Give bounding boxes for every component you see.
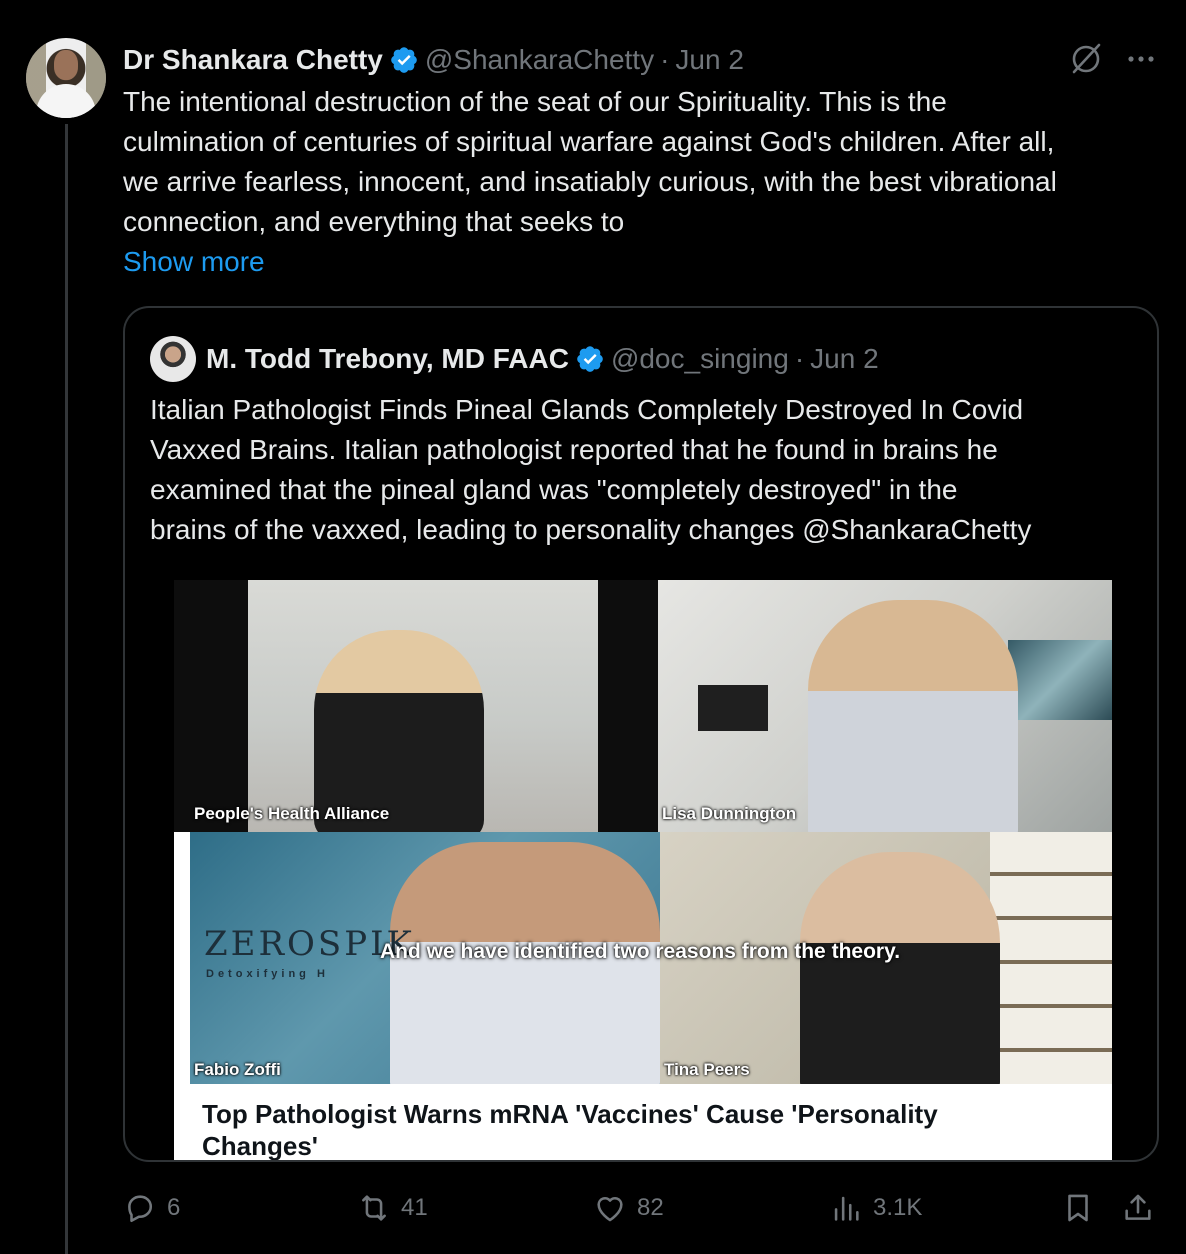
quote-text-line: Italian Pathologist Finds Pineal Glands … [150,394,1024,425]
repost-button[interactable]: 41 [357,1186,428,1230]
logo-subtext: Detoxifying H [206,968,329,980]
reply-button[interactable]: 6 [123,1186,180,1230]
tweet-text-line: we arrive fearless, innocent, and insati… [123,166,1057,197]
quote-header: M. Todd Trebony, MD FAAC @doc_singing · … [150,336,879,382]
repost-icon [362,1195,386,1221]
thread-line [65,124,68,1254]
video-panel-top-right: Lisa Dunnington [658,580,1112,832]
views-icon [834,1196,859,1221]
tweet-header: Dr Shankara Chetty @ShankaraChetty · Jun… [123,40,744,80]
quote-author-name[interactable]: M. Todd Trebony, MD FAAC [206,343,569,375]
quote-media-image[interactable]: People's Health Alliance Lisa Dunnington… [174,580,1112,1161]
author-avatar[interactable] [26,38,106,118]
quote-author-avatar[interactable] [150,336,196,382]
tweet-text: The intentional destruction of the seat … [123,82,1173,242]
quote-author-handle[interactable]: @doc_singing [611,343,789,375]
tweet-date[interactable]: Jun 2 [675,44,744,76]
repost-count: 41 [401,1194,428,1221]
quote-text-line: examined that the pineal gland was "comp… [150,474,958,505]
grok-icon[interactable] [1068,40,1104,76]
quote-text-line: Vaxxed Brains. Italian pathologist repor… [150,434,998,465]
tweet-text-line: The intentional destruction of the seat … [123,86,947,117]
reply-icon [128,1195,153,1223]
author-handle[interactable]: @ShankaraChetty [425,44,654,76]
like-button[interactable]: 82 [593,1186,664,1230]
verified-badge-icon [391,47,417,73]
quote-text: Italian Pathologist Finds Pineal Glands … [150,390,1140,550]
media-headline-line: Changes' [202,1131,318,1161]
share-button[interactable] [1121,1186,1155,1230]
views-count: 3.1K [873,1194,923,1221]
like-icon [597,1196,623,1222]
video-caption: And we have identified two reasons from … [380,940,901,963]
participant-label: Fabio Zoffi [194,1060,281,1079]
participant-label: Tina Peers [664,1060,750,1079]
reply-count: 6 [167,1194,181,1221]
quote-date[interactable]: Jun 2 [810,343,879,375]
like-count: 82 [637,1194,664,1221]
video-panel-top-left: People's Health Alliance [174,580,658,832]
quoted-tweet[interactable]: M. Todd Trebony, MD FAAC @doc_singing · … [123,306,1159,1162]
participant-label: Lisa Dunnington [662,804,797,823]
bookmark-icon [1068,1194,1088,1222]
bookmark-button[interactable] [1061,1186,1095,1230]
author-name[interactable]: Dr Shankara Chetty [123,44,383,76]
views-button[interactable]: 3.1K [829,1186,922,1230]
separator-dot: · [660,44,670,75]
verified-badge-icon [577,346,603,372]
participant-label: People's Health Alliance [194,804,390,823]
media-headline-line: Top Pathologist Warns mRNA 'Vaccines' Ca… [202,1099,938,1129]
more-icon[interactable] [1124,44,1158,74]
tweet-actions: 6 41 82 3.1K [123,1186,1159,1230]
share-icon [1125,1194,1151,1220]
separator-dot: · [794,343,805,374]
tweet-text-line: culmination of centuries of spiritual wa… [123,126,1055,157]
media-headline: Top Pathologist Warns mRNA 'Vaccines' Ca… [202,1098,1082,1161]
quote-text-line: brains of the vaxxed, leading to persona… [150,514,1032,545]
tweet-text-line: connection, and everything that seeks to [123,206,625,237]
show-more-link[interactable]: Show more [123,242,265,282]
